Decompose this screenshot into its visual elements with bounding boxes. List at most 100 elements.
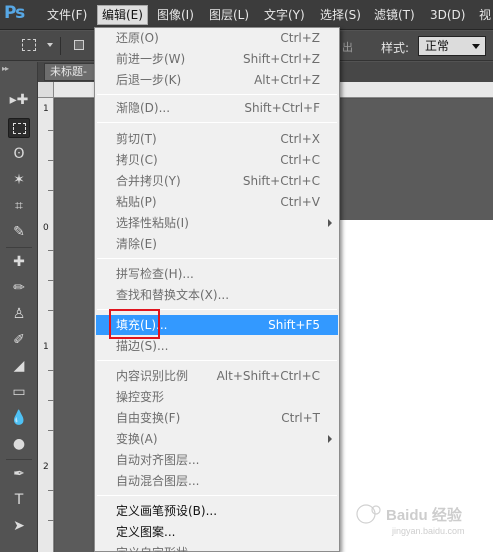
menu-item-label: 选择性粘贴(I) bbox=[116, 216, 189, 230]
pen-tool-icon[interactable]: ✒ bbox=[8, 464, 30, 484]
blur-tool-icon[interactable]: 💧 bbox=[8, 408, 30, 428]
menu-item-shortcut: Shift+Ctrl+C bbox=[242, 174, 320, 188]
menu-item-label: 后退一步(K) bbox=[116, 73, 182, 87]
eyedropper-tool-icon[interactable]: ✎ bbox=[8, 222, 30, 242]
menu-item-label: 自动混合图层... bbox=[116, 474, 200, 488]
style-label: 样式: bbox=[381, 41, 410, 55]
menu-file[interactable]: 文件(F) bbox=[43, 6, 91, 24]
menu-item-fade[interactable]: 渐隐(D)... Shift+Ctrl+F bbox=[96, 98, 338, 118]
menu-separator bbox=[97, 258, 337, 259]
menu-item-free-transform[interactable]: 自由变换(F) Ctrl+T bbox=[96, 408, 338, 428]
menu-separator bbox=[97, 122, 337, 123]
menu-separator bbox=[97, 94, 337, 95]
menu-item-shortcut: Shift+F5 bbox=[268, 318, 320, 332]
menu-item-label: 自由变换(F) bbox=[116, 411, 181, 425]
menu-item-stroke[interactable]: 描边(S)... bbox=[96, 336, 338, 356]
ruler-tick bbox=[48, 160, 54, 161]
edit-menu-dropdown: 还原(O) Ctrl+Z 前进一步(W) Shift+Ctrl+Z 后退一步(K… bbox=[94, 27, 340, 552]
menu-item-auto-blend-layers[interactable]: 自动混合图层... bbox=[96, 471, 338, 491]
menu-item-label: 自动对齐图层... bbox=[116, 453, 200, 467]
healing-brush-tool-icon[interactable]: ✚ bbox=[8, 252, 30, 272]
ruler-number: 2 bbox=[43, 462, 49, 472]
menu-type[interactable]: 文字(Y) bbox=[260, 6, 309, 24]
menu-item-label: 内容识别比例 bbox=[116, 369, 189, 383]
menu-item-auto-align-layers[interactable]: 自动对齐图层... bbox=[96, 450, 338, 470]
ruler-origin[interactable] bbox=[38, 82, 54, 98]
watermark-text: Baidu 经验 bbox=[386, 506, 463, 524]
document-tab[interactable]: 未标题- bbox=[44, 63, 96, 81]
tool-divider bbox=[6, 459, 32, 460]
menu-image[interactable]: 图像(I) bbox=[153, 6, 198, 24]
menu-item-puppet-warp[interactable]: 操控变形 bbox=[96, 387, 338, 407]
options-divider bbox=[60, 37, 61, 55]
menu-item-define-brush-preset[interactable]: 定义画笔预设(B)... bbox=[96, 501, 338, 521]
refine-edge-partial-label: 出 bbox=[342, 41, 353, 54]
brush-tool-icon[interactable]: ✏ bbox=[8, 278, 30, 298]
ruler-tick bbox=[48, 490, 54, 491]
menu-item-label: 定义图案... bbox=[116, 525, 176, 539]
menu-3d[interactable]: 3D(D) bbox=[426, 6, 469, 24]
menu-item-shortcut: Alt+Shift+Ctrl+C bbox=[216, 369, 320, 383]
ruler-tick bbox=[48, 370, 54, 371]
lasso-tool-icon[interactable]: ʘ bbox=[8, 144, 30, 164]
menu-view[interactable]: 视 bbox=[475, 6, 493, 24]
menu-filter[interactable]: 滤镜(T) bbox=[370, 6, 419, 24]
rect-marquee-tool-icon[interactable] bbox=[8, 118, 30, 138]
menu-item-copy-merged[interactable]: 合并拷贝(Y) Shift+Ctrl+C bbox=[96, 171, 338, 191]
menu-item-shortcut: Ctrl+Z bbox=[280, 31, 320, 45]
vertical-ruler bbox=[38, 98, 54, 552]
dodge-tool-icon[interactable]: ● bbox=[8, 434, 30, 454]
menu-item-paste-special[interactable]: 选择性粘贴(I) bbox=[96, 213, 338, 233]
menu-item-label: 定义画笔预设(B)... bbox=[116, 504, 218, 518]
menu-item-cut[interactable]: 剪切(T) Ctrl+X bbox=[96, 129, 338, 149]
menu-item-paste[interactable]: 粘贴(P) Ctrl+V bbox=[96, 192, 338, 212]
menu-item-label: 清除(E) bbox=[116, 237, 157, 251]
menu-item-label: 粘贴(P) bbox=[116, 195, 157, 209]
annotation-highlight-box bbox=[109, 309, 160, 339]
marquee-preset-icon[interactable] bbox=[22, 39, 36, 51]
menu-item-label: 渐隐(D)... bbox=[116, 101, 171, 115]
ruler-tick bbox=[48, 400, 54, 401]
photoshop-logo-icon: Ps bbox=[4, 3, 25, 23]
submenu-arrow-icon bbox=[328, 219, 332, 227]
menu-item-shortcut: Shift+Ctrl+Z bbox=[243, 52, 320, 66]
menu-item-label: 前进一步(W) bbox=[116, 52, 186, 66]
menu-item-label: 剪切(T) bbox=[116, 132, 157, 146]
path-selection-tool-icon[interactable]: ➤ bbox=[8, 516, 30, 536]
menu-item-define-custom-shape[interactable]: 定义自定形状... bbox=[96, 543, 338, 552]
chevron-down-icon bbox=[472, 44, 480, 49]
menu-item-define-pattern[interactable]: 定义图案... bbox=[96, 522, 338, 542]
menu-item-label: 描边(S)... bbox=[116, 339, 169, 353]
clone-stamp-tool-icon[interactable]: ♙ bbox=[8, 304, 30, 324]
menu-item-step-backward[interactable]: 后退一步(K) Alt+Ctrl+Z bbox=[96, 70, 338, 90]
menu-item-transform[interactable]: 变换(A) bbox=[96, 429, 338, 449]
gradient-tool-icon[interactable]: ▭ bbox=[8, 382, 30, 402]
menu-item-step-forward[interactable]: 前进一步(W) Shift+Ctrl+Z bbox=[96, 49, 338, 69]
panel-collapse-icon[interactable]: ▸▸ bbox=[2, 64, 9, 73]
menu-item-label: 变换(A) bbox=[116, 432, 158, 446]
menu-item-copy[interactable]: 拷贝(C) Ctrl+C bbox=[96, 150, 338, 170]
menu-item-clear[interactable]: 清除(E) bbox=[96, 234, 338, 254]
style-select[interactable]: 正常 bbox=[418, 36, 486, 56]
menu-item-find-replace-text[interactable]: 查找和替换文本(X)... bbox=[96, 285, 338, 305]
ruler-tick bbox=[48, 130, 54, 131]
menu-edit[interactable]: 编辑(E) bbox=[97, 5, 148, 25]
eraser-tool-icon[interactable]: ◢ bbox=[8, 356, 30, 376]
ruler-tick bbox=[48, 250, 54, 251]
move-tool-icon[interactable]: ▸✚ bbox=[8, 90, 30, 110]
history-brush-tool-icon[interactable]: ✐ bbox=[8, 330, 30, 350]
magic-wand-tool-icon[interactable]: ✶ bbox=[8, 170, 30, 190]
menu-item-content-aware-scale[interactable]: 内容识别比例 Alt+Shift+Ctrl+C bbox=[96, 366, 338, 386]
new-selection-icon[interactable] bbox=[74, 40, 84, 50]
watermark-subtext: jingyan.baidu.com bbox=[391, 526, 465, 536]
baidu-jingyan-watermark: Baidu 经验 jingyan.baidu.com bbox=[356, 504, 465, 536]
preset-dropdown-icon[interactable] bbox=[47, 43, 53, 47]
menu-item-undo[interactable]: 还原(O) Ctrl+Z bbox=[96, 28, 338, 48]
type-tool-icon[interactable]: T bbox=[8, 490, 30, 510]
crop-tool-icon[interactable]: ⌗ bbox=[8, 196, 30, 216]
menu-separator bbox=[97, 360, 337, 361]
menu-layer[interactable]: 图层(L) bbox=[205, 6, 253, 24]
menu-select[interactable]: 选择(S) bbox=[316, 6, 365, 24]
submenu-arrow-icon bbox=[328, 435, 332, 443]
menu-item-check-spelling[interactable]: 拼写检查(H)... bbox=[96, 264, 338, 284]
